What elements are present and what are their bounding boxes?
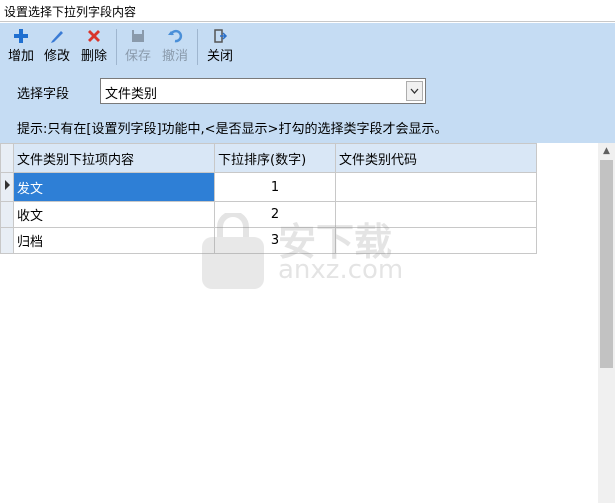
pencil-icon (51, 31, 63, 43)
save-icon (132, 30, 144, 42)
window-title: 设置选择下拉列字段内容 (4, 5, 137, 19)
toolbar-panel: 增加 修改 删除 保存 撤消 关闭 选择字段 文件类别 提示:只有在[设置列字段… (0, 23, 615, 143)
save-label: 保存 (124, 49, 151, 64)
hint-text: 提示:只有在[设置列字段]功能中,<是否显示>打勾的选择类字段才会显示。 (17, 122, 448, 137)
add-label: 增加 (7, 49, 34, 64)
add-button[interactable]: 增加 (2, 26, 40, 66)
edit-label: 修改 (43, 49, 70, 64)
cell-order[interactable]: 1 (214, 172, 336, 202)
cell-code[interactable] (335, 172, 537, 202)
watermark-bag-icon (202, 211, 264, 289)
close-label: 关闭 (206, 49, 233, 64)
vertical-scrollbar[interactable]: ▲ (598, 143, 615, 503)
undo-label: 撤消 (161, 49, 188, 64)
cell-content[interactable]: 发文 (13, 172, 215, 202)
x-icon (88, 30, 100, 42)
row-selector[interactable] (0, 172, 14, 202)
field-select[interactable]: 文件类别 (100, 78, 426, 104)
dropdown-button[interactable] (406, 81, 423, 101)
cell-content[interactable]: 归档 (13, 227, 215, 254)
dropdown-arrow-icon (410, 88, 419, 94)
field-select-value: 文件类别 (105, 87, 158, 102)
row-selector[interactable] (0, 201, 14, 228)
toolbar-separator (197, 29, 198, 65)
row-header-corner (0, 143, 14, 173)
delete-label: 删除 (80, 49, 107, 64)
data-grid: 文件类别下拉项内容 下拉排序(数字) 文件类别代码 发文 1 收文 2 归档 3 (0, 143, 598, 503)
undo-icon (168, 29, 183, 43)
edit-button[interactable]: 修改 (38, 26, 76, 66)
title-bar: 设置选择下拉列字段内容 (0, 0, 615, 22)
toolbar-separator (116, 29, 117, 65)
watermark-url: anxz.com (278, 255, 404, 285)
watermark: 安下载 anxz.com (198, 211, 413, 293)
delete-button[interactable]: 删除 (75, 26, 113, 66)
save-button[interactable]: 保存 (119, 26, 157, 66)
undo-button[interactable]: 撤消 (156, 26, 194, 66)
column-header[interactable]: 文件类别代码 (335, 143, 537, 173)
field-select-label: 选择字段 (17, 87, 70, 102)
cell-content[interactable]: 收文 (13, 201, 215, 228)
exit-icon (214, 29, 228, 43)
table-row[interactable]: 发文 1 (0, 172, 537, 202)
plus-icon (14, 29, 28, 43)
scroll-up-button[interactable]: ▲ (598, 143, 615, 160)
grid-header-row: 文件类别下拉项内容 下拉排序(数字) 文件类别代码 (0, 143, 537, 173)
scroll-thumb[interactable] (600, 160, 613, 368)
column-header[interactable]: 文件类别下拉项内容 (13, 143, 215, 173)
close-button[interactable]: 关闭 (201, 26, 239, 66)
current-row-indicator-icon (5, 180, 10, 190)
row-selector[interactable] (0, 227, 14, 254)
column-header[interactable]: 下拉排序(数字) (214, 143, 336, 173)
